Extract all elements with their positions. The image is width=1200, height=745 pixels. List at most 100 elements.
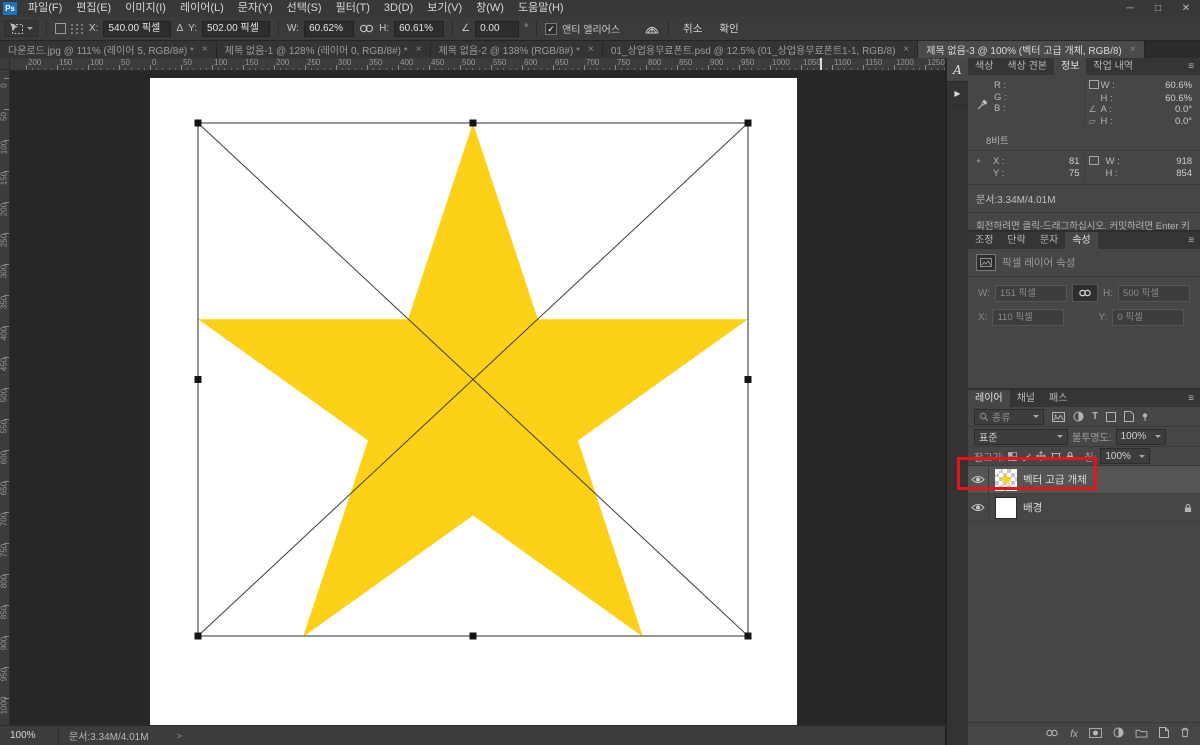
warp-mode-button[interactable] xyxy=(644,22,660,35)
link-layers-button[interactable] xyxy=(1045,728,1059,740)
layer-filter-dropdown[interactable]: 종류 xyxy=(974,408,1044,425)
prop-y-field[interactable]: 0 픽셀 xyxy=(1112,309,1185,326)
lock-transparency-icon[interactable] xyxy=(1008,451,1018,461)
document-tab-1[interactable]: 제목 없음-1 @ 128% (레이어 0, RGB/8#) * × xyxy=(216,41,431,58)
transform-handle-2[interactable] xyxy=(744,119,752,127)
transform-handle-5[interactable] xyxy=(194,632,202,640)
x-position-field[interactable]: 540.00 픽셀 xyxy=(103,20,172,37)
tab-history[interactable]: 작업 내역 xyxy=(1086,58,1140,75)
filter-adjustment-layers-icon[interactable] xyxy=(1073,411,1084,422)
menu-item-1[interactable]: 편집(E) xyxy=(69,0,118,17)
filter-smart-object-icon[interactable] xyxy=(1124,411,1135,422)
document-tab-4[interactable]: 제목 없음-3 @ 100% (벡터 고급 개체, RGB/8) × xyxy=(918,41,1145,58)
filter-pixel-layers-icon[interactable] xyxy=(1052,411,1065,422)
transform-handle-1[interactable] xyxy=(469,119,477,127)
layer-row-vector-smart-object[interactable]: ★ 벡터 고급 개체 xyxy=(968,466,1200,494)
filter-type-layers-icon[interactable]: T xyxy=(1092,411,1098,422)
lock-artboard-icon[interactable] xyxy=(1051,452,1062,461)
tab-character[interactable]: 문자 xyxy=(1033,232,1065,249)
tab-close-icon[interactable]: × xyxy=(416,44,422,55)
add-adjustment-button[interactable] xyxy=(1113,727,1124,741)
tab-close-icon[interactable]: × xyxy=(202,44,208,55)
panel-menu-icon[interactable]: ≡ xyxy=(1182,390,1200,407)
actions-panel-button[interactable]: ▶ xyxy=(947,82,968,106)
height-scale-field[interactable]: 60.61% xyxy=(394,20,445,37)
menu-item-7[interactable]: 3D(D) xyxy=(377,0,420,17)
filter-shape-layers-icon[interactable] xyxy=(1106,411,1117,422)
tab-close-icon[interactable]: × xyxy=(903,44,909,55)
prop-x-field[interactable]: 110 픽셀 xyxy=(992,309,1065,326)
document-tab-2[interactable]: 제목 없음-2 @ 138% (RGB/8#) * × xyxy=(430,41,603,58)
transform-handle-4[interactable] xyxy=(744,376,752,383)
document-tab-3[interactable]: 01_상업용무료폰트.psd @ 12.5% (01_상업용무료폰트1-1, R… xyxy=(602,41,919,58)
panel-menu-icon[interactable]: ≡ xyxy=(1182,58,1200,75)
delete-layer-button[interactable] xyxy=(1180,727,1190,741)
layer-row-background[interactable]: 배경 xyxy=(968,494,1200,522)
tab-paths[interactable]: 패스 xyxy=(1042,390,1074,407)
lock-all-icon[interactable] xyxy=(1066,451,1074,461)
tab-adjustments[interactable]: 조정 xyxy=(968,232,1000,249)
layer-style-button[interactable]: fx xyxy=(1070,729,1078,740)
menu-item-10[interactable]: 도움말(H) xyxy=(511,0,571,17)
new-layer-button[interactable] xyxy=(1159,727,1170,741)
new-group-button[interactable] xyxy=(1135,728,1148,741)
relative-position-icon[interactable]: Δ xyxy=(176,23,183,34)
layer-visibility-toggle[interactable] xyxy=(968,494,989,521)
rotation-field[interactable]: 0.00 xyxy=(475,20,520,37)
close-button[interactable]: ✕ xyxy=(1172,0,1200,17)
maximize-button[interactable]: □ xyxy=(1144,0,1172,17)
status-expander-icon[interactable]: > xyxy=(177,731,182,741)
tab-channels[interactable]: 채널 xyxy=(1010,390,1042,407)
tab-paragraph[interactable]: 단락 xyxy=(1000,232,1032,249)
layer-name[interactable]: 배경 xyxy=(1023,500,1042,515)
minimize-button[interactable]: ─ xyxy=(1116,0,1144,17)
menu-item-9[interactable]: 창(W) xyxy=(469,0,511,17)
filter-pin-icon[interactable] xyxy=(1142,412,1148,421)
transform-handle-3[interactable] xyxy=(194,376,202,383)
typography-panel-button[interactable]: A xyxy=(947,58,968,82)
fill-dropdown[interactable]: 100% xyxy=(1100,448,1151,464)
panel-menu-icon[interactable]: ≡ xyxy=(1182,232,1200,249)
blend-mode-dropdown[interactable]: 표준 xyxy=(974,428,1068,445)
link-dimensions-button[interactable] xyxy=(1072,284,1099,302)
opacity-dropdown[interactable]: 100% xyxy=(1115,428,1166,445)
menu-item-3[interactable]: 레이어(L) xyxy=(173,0,231,17)
transform-handle-6[interactable] xyxy=(469,632,477,640)
layer-thumbnail[interactable] xyxy=(995,496,1017,519)
width-scale-field[interactable]: 60.62% xyxy=(304,20,355,37)
layer-thumbnail[interactable]: ★ xyxy=(995,468,1017,491)
horizontal-ruler[interactable]: 200 150 100 50 0 50 100 150 200 250 300 350 400 450 50… xyxy=(0,58,945,71)
reference-point-locator[interactable] xyxy=(71,23,84,34)
tab-layers[interactable]: 레이어 xyxy=(968,390,1010,407)
menu-item-8[interactable]: 보기(V) xyxy=(420,0,469,17)
zoom-level-field[interactable]: 100% xyxy=(0,726,59,745)
tab-swatches[interactable]: 색상 견본 xyxy=(1000,58,1054,75)
antialias-checkbox[interactable]: ✓ xyxy=(545,22,558,35)
prop-height-field[interactable]: 500 픽셀 xyxy=(1118,284,1191,302)
tab-properties[interactable]: 속성 xyxy=(1065,232,1098,249)
tool-preset-dropdown[interactable] xyxy=(4,20,38,37)
transform-handle-7[interactable] xyxy=(744,632,752,640)
vertical-ruler[interactable]: 0 50 100 150 200 250 300 350 400 450 500 550 600 650 7… xyxy=(0,70,10,725)
tab-close-icon[interactable]: × xyxy=(588,44,594,55)
document-tab-0[interactable]: 다운로드.jpg @ 111% (레이어 5, RGB/8#) * × xyxy=(0,41,217,58)
tab-color[interactable]: 색상 xyxy=(968,58,1000,75)
commit-transform-button[interactable]: 확인 xyxy=(713,21,744,36)
maintain-aspect-ratio-icon[interactable] xyxy=(359,24,374,33)
layer-name[interactable]: 벡터 고급 개체 xyxy=(1023,472,1087,487)
add-mask-button[interactable] xyxy=(1089,727,1102,741)
lock-position-icon[interactable] xyxy=(1036,451,1047,461)
transform-handle-0[interactable] xyxy=(194,119,202,127)
lock-pixels-icon[interactable] xyxy=(1022,452,1032,461)
cancel-transform-button[interactable]: 취소 xyxy=(677,21,708,36)
menu-item-4[interactable]: 문자(Y) xyxy=(231,0,280,17)
prop-width-field[interactable]: 151 픽셀 xyxy=(995,284,1068,302)
tab-info[interactable]: 정보 xyxy=(1054,58,1087,75)
y-position-field[interactable]: 502.00 픽셀 xyxy=(202,20,271,37)
tab-close-icon[interactable]: × xyxy=(1130,44,1136,55)
menu-item-5[interactable]: 선택(S) xyxy=(280,0,329,17)
menu-item-6[interactable]: 필터(T) xyxy=(329,0,377,17)
layer-visibility-toggle[interactable] xyxy=(968,466,989,493)
menu-item-2[interactable]: 이미지(I) xyxy=(118,0,173,17)
reference-point-toggle[interactable] xyxy=(55,23,66,34)
